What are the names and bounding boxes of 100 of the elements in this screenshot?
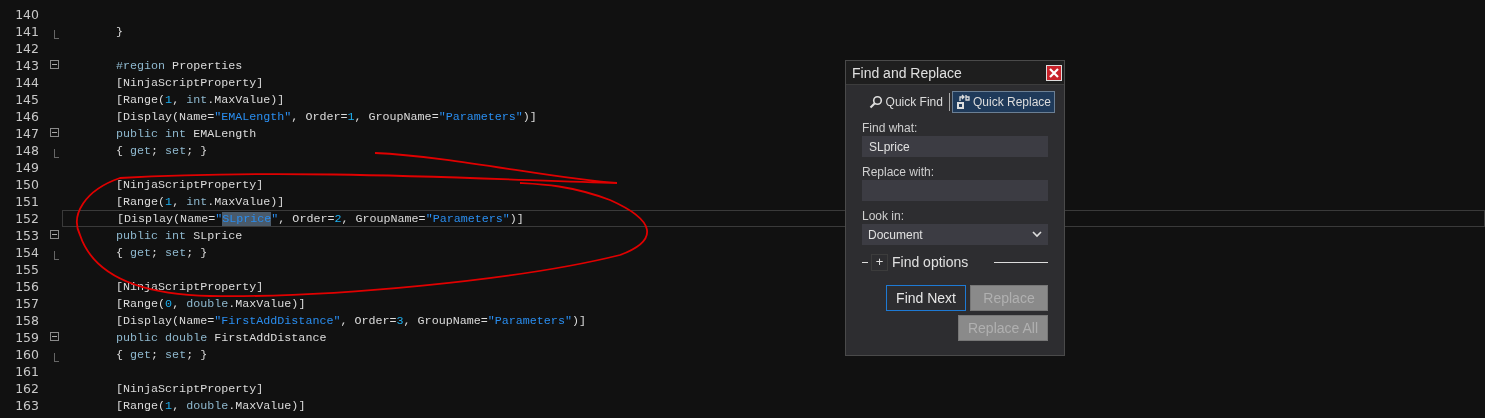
code-token: [NinjaScriptProperty] — [116, 177, 264, 192]
code-token: )] — [571, 313, 586, 328]
line-number: 147 — [14, 126, 39, 141]
field-label: Replace with: — [862, 165, 936, 179]
code-token: get — [129, 245, 152, 260]
code-token: ; } — [186, 143, 208, 158]
line-number: 157 — [14, 296, 39, 311]
line-number: 151 — [14, 194, 39, 209]
expand-toggle[interactable]: + — [871, 253, 888, 271]
code-token: .MaxValue)] — [228, 398, 306, 413]
line-number: 148 — [14, 143, 39, 158]
code-token: set — [164, 245, 187, 260]
code-token: EMALength — [192, 126, 257, 141]
code-token: )] — [509, 211, 524, 226]
code-token: , Order= — [291, 109, 348, 124]
code-token: [Range( — [116, 194, 166, 209]
line-number: 161 — [14, 364, 39, 379]
code-token: { — [116, 143, 123, 158]
dialog-title: Find and Replace — [852, 64, 962, 81]
input-field[interactable]: SLprice — [862, 136, 1048, 157]
code-token: } — [116, 24, 123, 39]
code-token: .MaxValue)] — [228, 296, 306, 311]
code-token: "Parameters" — [438, 109, 523, 124]
line-number: 158 — [14, 313, 39, 328]
chevron-down-icon — [1032, 231, 1042, 238]
dropdown[interactable]: Document — [862, 224, 1048, 245]
fold-end-mark — [54, 353, 59, 362]
code-token: ; — [151, 143, 159, 158]
line-number: 150 — [14, 177, 39, 192]
code-token: public int — [116, 126, 187, 141]
code-token: , — [172, 296, 180, 311]
code-token: #region — [116, 58, 166, 73]
line-number: 144 — [14, 75, 39, 90]
code-token: "EMALength" — [214, 109, 292, 124]
code-token: "Parameters" — [425, 211, 510, 226]
code-token: [Display(Name= — [116, 109, 215, 124]
field-label: Find what: — [862, 121, 919, 135]
code-token: [NinjaScriptProperty] — [116, 75, 264, 90]
collapse-icon[interactable] — [50, 230, 59, 239]
code-token: get — [129, 143, 152, 158]
code-token: " — [215, 211, 223, 226]
close-icon[interactable] — [1046, 64, 1062, 81]
code-token: , — [172, 92, 180, 107]
line-number: 146 — [14, 109, 39, 124]
code-token: 2 — [334, 211, 342, 226]
code-token: public int — [116, 228, 187, 243]
tab[interactable]: Quick Find — [864, 91, 947, 113]
code-token: 0 — [165, 296, 173, 311]
line-number: 153 — [14, 228, 39, 243]
code-token: 1 — [347, 109, 355, 124]
section-label: Find options — [892, 254, 969, 270]
code-token: ; — [151, 347, 159, 362]
collapse-icon[interactable] — [50, 128, 59, 137]
line-number: 156 — [14, 279, 39, 294]
code-token: { — [116, 347, 123, 362]
search-icon — [868, 95, 883, 109]
line-number: 162 — [14, 381, 39, 396]
code-token: [Range( — [116, 92, 166, 107]
code-token: int — [185, 92, 208, 107]
code-token: .MaxValue)] — [207, 194, 285, 209]
code-token: 3 — [396, 313, 404, 328]
search-match: SLprice — [222, 211, 272, 226]
code-token: " — [271, 211, 279, 226]
tab[interactable]: Quick Replace — [951, 91, 1055, 113]
code-token: public double — [116, 330, 208, 345]
code-token: , — [172, 194, 180, 209]
fold-end-mark — [54, 251, 59, 260]
line-number: 140 — [14, 7, 39, 22]
code-token: [Range( — [116, 296, 166, 311]
field-label: Look in: — [862, 209, 906, 223]
replace-icon — [955, 94, 970, 110]
line-number: 159 — [14, 330, 39, 345]
code-token: .MaxValue)] — [207, 92, 285, 107]
line-number: 141 — [14, 24, 39, 39]
code-token: , — [172, 398, 180, 413]
code-token: Properties — [171, 58, 243, 73]
code-token: FirstAddDistance — [213, 330, 327, 345]
code-token: { — [116, 245, 123, 260]
code-token: set — [164, 143, 187, 158]
collapse-icon[interactable] — [50, 60, 59, 69]
code-token: [Range( — [116, 398, 166, 413]
code-token: 1 — [165, 194, 173, 209]
code-token: , GroupName= — [341, 211, 426, 226]
line-number: 152 — [14, 211, 39, 226]
code-token: int — [185, 194, 208, 209]
code-token: , GroupName= — [403, 313, 488, 328]
code-token: , Order= — [278, 211, 335, 226]
code-token: "Parameters" — [487, 313, 572, 328]
code-token: "FirstAddDistance" — [214, 313, 341, 328]
code-token: ; } — [186, 347, 208, 362]
line-number: 149 — [14, 160, 39, 175]
code-token: [NinjaScriptProperty] — [116, 381, 264, 396]
code-token: double — [185, 398, 229, 413]
code-token: [Display(Name= — [116, 313, 215, 328]
line-number: 155 — [14, 262, 39, 277]
fold-end-mark — [54, 30, 59, 39]
find-next-button[interactable]: Find Next — [886, 285, 966, 311]
code-token: )] — [522, 109, 537, 124]
collapse-icon[interactable] — [50, 332, 59, 341]
line-number: 145 — [14, 92, 39, 107]
